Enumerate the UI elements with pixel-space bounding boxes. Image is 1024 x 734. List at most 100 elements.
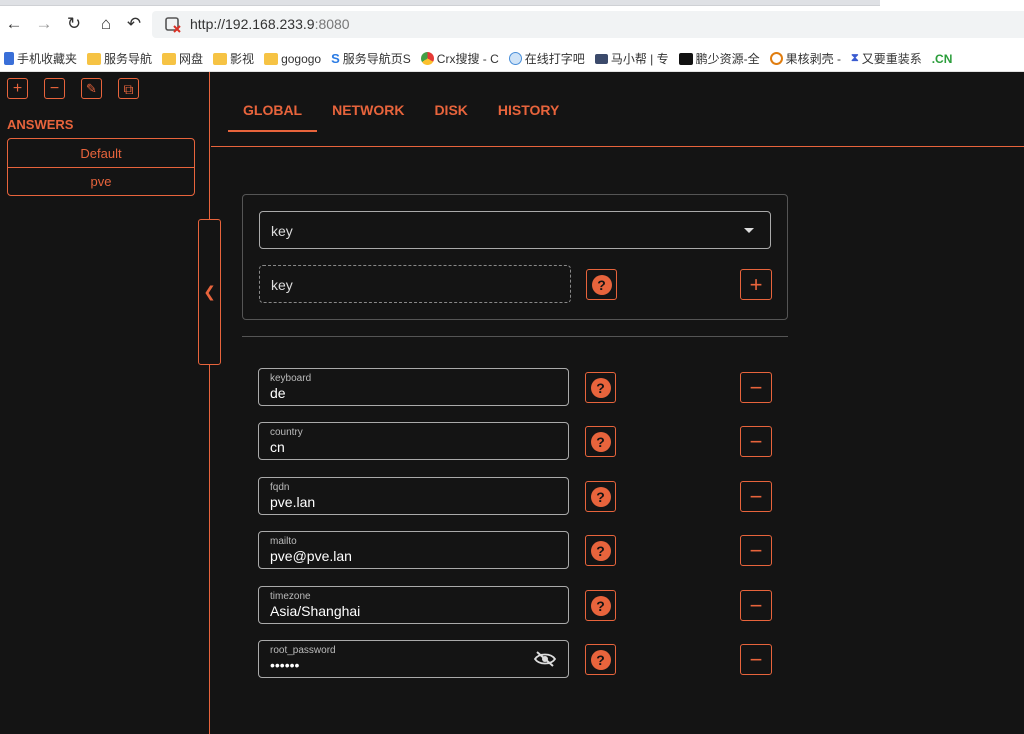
bookmark-item[interactable]: ⧗ 又要重装系 (851, 50, 922, 67)
back-icon[interactable]: ← (4, 14, 24, 34)
field-timezone[interactable]: timezone Asia/Shanghai (258, 586, 569, 624)
help-button[interactable]: ? (586, 269, 617, 300)
terminal-icon (678, 52, 693, 65)
not-secure-icon (165, 17, 181, 33)
field-value: Asia/Shanghai (270, 603, 361, 619)
field-value: pve.lan (270, 494, 316, 510)
tab-history[interactable]: HISTORY (483, 102, 574, 132)
reload-icon[interactable]: ↻ (64, 14, 84, 34)
minus-icon: − (749, 537, 763, 563)
help-button[interactable]: ? (585, 644, 616, 675)
field-value: cn (270, 439, 285, 455)
bookmark-item[interactable]: 手机收藏夹 (4, 50, 77, 67)
field-root-password[interactable]: root_password •••••• (258, 640, 569, 678)
bookmark-item[interactable]: 网盘 (162, 50, 203, 67)
tab-network[interactable]: NETWORK (317, 102, 419, 132)
help-icon: ? (590, 377, 611, 398)
bookmark-item[interactable]: 在线打字吧 (508, 50, 585, 67)
remove-field-button[interactable]: − (740, 372, 772, 403)
bookmark-item[interactable]: 果核剥壳 - (769, 50, 841, 67)
help-icon: ? (591, 274, 612, 295)
forward-icon[interactable]: → (34, 14, 54, 34)
sidebar-toolbar: + − ✎ ⧉ (7, 78, 139, 99)
tab-divider (211, 146, 1024, 147)
field-keyboard[interactable]: keyboard de (258, 368, 569, 406)
bookmark-item[interactable]: 服务导航 (87, 50, 152, 67)
chrome-icon (420, 52, 434, 65)
bookmark-item[interactable]: 马小帮 | 专 (594, 50, 669, 67)
field-label: keyboard (270, 373, 312, 384)
key-select[interactable]: key (259, 211, 771, 249)
pencil-icon: ✎ (86, 81, 97, 96)
tab-strip (0, 0, 880, 6)
field-fqdn[interactable]: fqdn pve.lan (258, 477, 569, 515)
field-country[interactable]: country cn (258, 422, 569, 460)
folder-icon (162, 52, 177, 65)
help-icon: ? (590, 431, 611, 452)
remove-field-button[interactable]: − (740, 535, 772, 566)
help-icon: ? (590, 595, 611, 616)
tab-disk[interactable]: DISK (419, 102, 482, 132)
field-value: de (270, 385, 286, 401)
folder-icon (264, 52, 279, 65)
answer-item-pve[interactable]: pve (8, 167, 194, 195)
help-button[interactable]: ? (585, 481, 616, 512)
help-button[interactable]: ? (585, 535, 616, 566)
copy-answer-button[interactable]: ⧉ (118, 78, 139, 99)
help-icon: ? (590, 649, 611, 670)
remove-answer-button[interactable]: − (44, 78, 65, 99)
bookmark-item[interactable]: 鹏少资源-全 (678, 50, 760, 67)
add-key-button[interactable]: + (740, 269, 772, 300)
home-icon[interactable]: ⌂ (96, 14, 116, 34)
folder-icon (87, 52, 102, 65)
help-button[interactable]: ? (585, 372, 616, 403)
bookmark-item[interactable]: 影视 (213, 50, 254, 67)
help-button[interactable]: ? (585, 426, 616, 457)
eye-off-icon[interactable] (534, 651, 556, 667)
browser-toolbar: ← → ↻ ⌂ ↶ http://192.168.233.9:8080 (0, 0, 1024, 46)
minus-icon: − (749, 374, 763, 400)
field-label: country (270, 427, 303, 438)
app: + − ✎ ⧉ ANSWERS Default pve ❮ GLOBAL NET… (0, 72, 1024, 734)
add-key-card: key key ? + (242, 194, 788, 320)
monitor-icon (594, 53, 608, 64)
hourglass-icon: ⧗ (850, 52, 859, 64)
remove-field-button[interactable]: − (740, 481, 772, 512)
bookmark-item[interactable]: .CN (932, 52, 953, 66)
key-input-placeholder: key (271, 277, 293, 293)
help-icon: ? (590, 486, 611, 507)
folder-icon (213, 52, 228, 65)
url-text: http://192.168.233.9:8080 (190, 16, 350, 32)
minus-icon: − (749, 592, 763, 618)
answer-item-default[interactable]: Default (8, 139, 194, 167)
bookmark-item[interactable]: Crx搜搜 - C (420, 50, 499, 67)
remove-field-button[interactable]: − (740, 644, 772, 675)
bookmark-item[interactable]: gogogo (264, 52, 321, 66)
plus-icon: + (12, 79, 23, 97)
tab-global[interactable]: GLOBAL (228, 102, 318, 132)
caret-down-icon (744, 228, 754, 233)
field-label: root_password (270, 645, 336, 656)
answer-list: Default pve (7, 138, 195, 196)
bookmarks-bar: 手机收藏夹 服务导航 网盘 影视 gogogo S 服务导航页S Crx搜搜 - … (0, 46, 1024, 72)
remove-field-button[interactable]: − (740, 590, 772, 621)
section-divider (242, 336, 788, 337)
edit-answer-button[interactable]: ✎ (81, 78, 102, 99)
minus-icon: − (749, 646, 763, 672)
answers-title: ANSWERS (7, 117, 74, 132)
field-value: •••••• (270, 657, 300, 673)
field-mailto[interactable]: mailto pve@pve.lan (258, 531, 569, 569)
tab-bar: GLOBAL NETWORK DISK HISTORY (228, 102, 574, 132)
copy-icon: ⧉ (123, 80, 134, 97)
key-input[interactable]: key (259, 265, 571, 303)
key-select-value: key (271, 223, 293, 239)
help-button[interactable]: ? (585, 590, 616, 621)
add-answer-button[interactable]: + (7, 78, 28, 99)
undo-icon[interactable]: ↶ (124, 14, 144, 34)
remove-field-button[interactable]: − (740, 426, 772, 457)
main-panel: GLOBAL NETWORK DISK HISTORY key key ? + … (211, 72, 1024, 734)
s-logo-icon: S (331, 51, 340, 66)
address-bar[interactable]: http://192.168.233.9:8080 (152, 11, 1024, 38)
typing-icon (508, 52, 522, 65)
bookmark-item[interactable]: S 服务导航页S (331, 50, 411, 67)
